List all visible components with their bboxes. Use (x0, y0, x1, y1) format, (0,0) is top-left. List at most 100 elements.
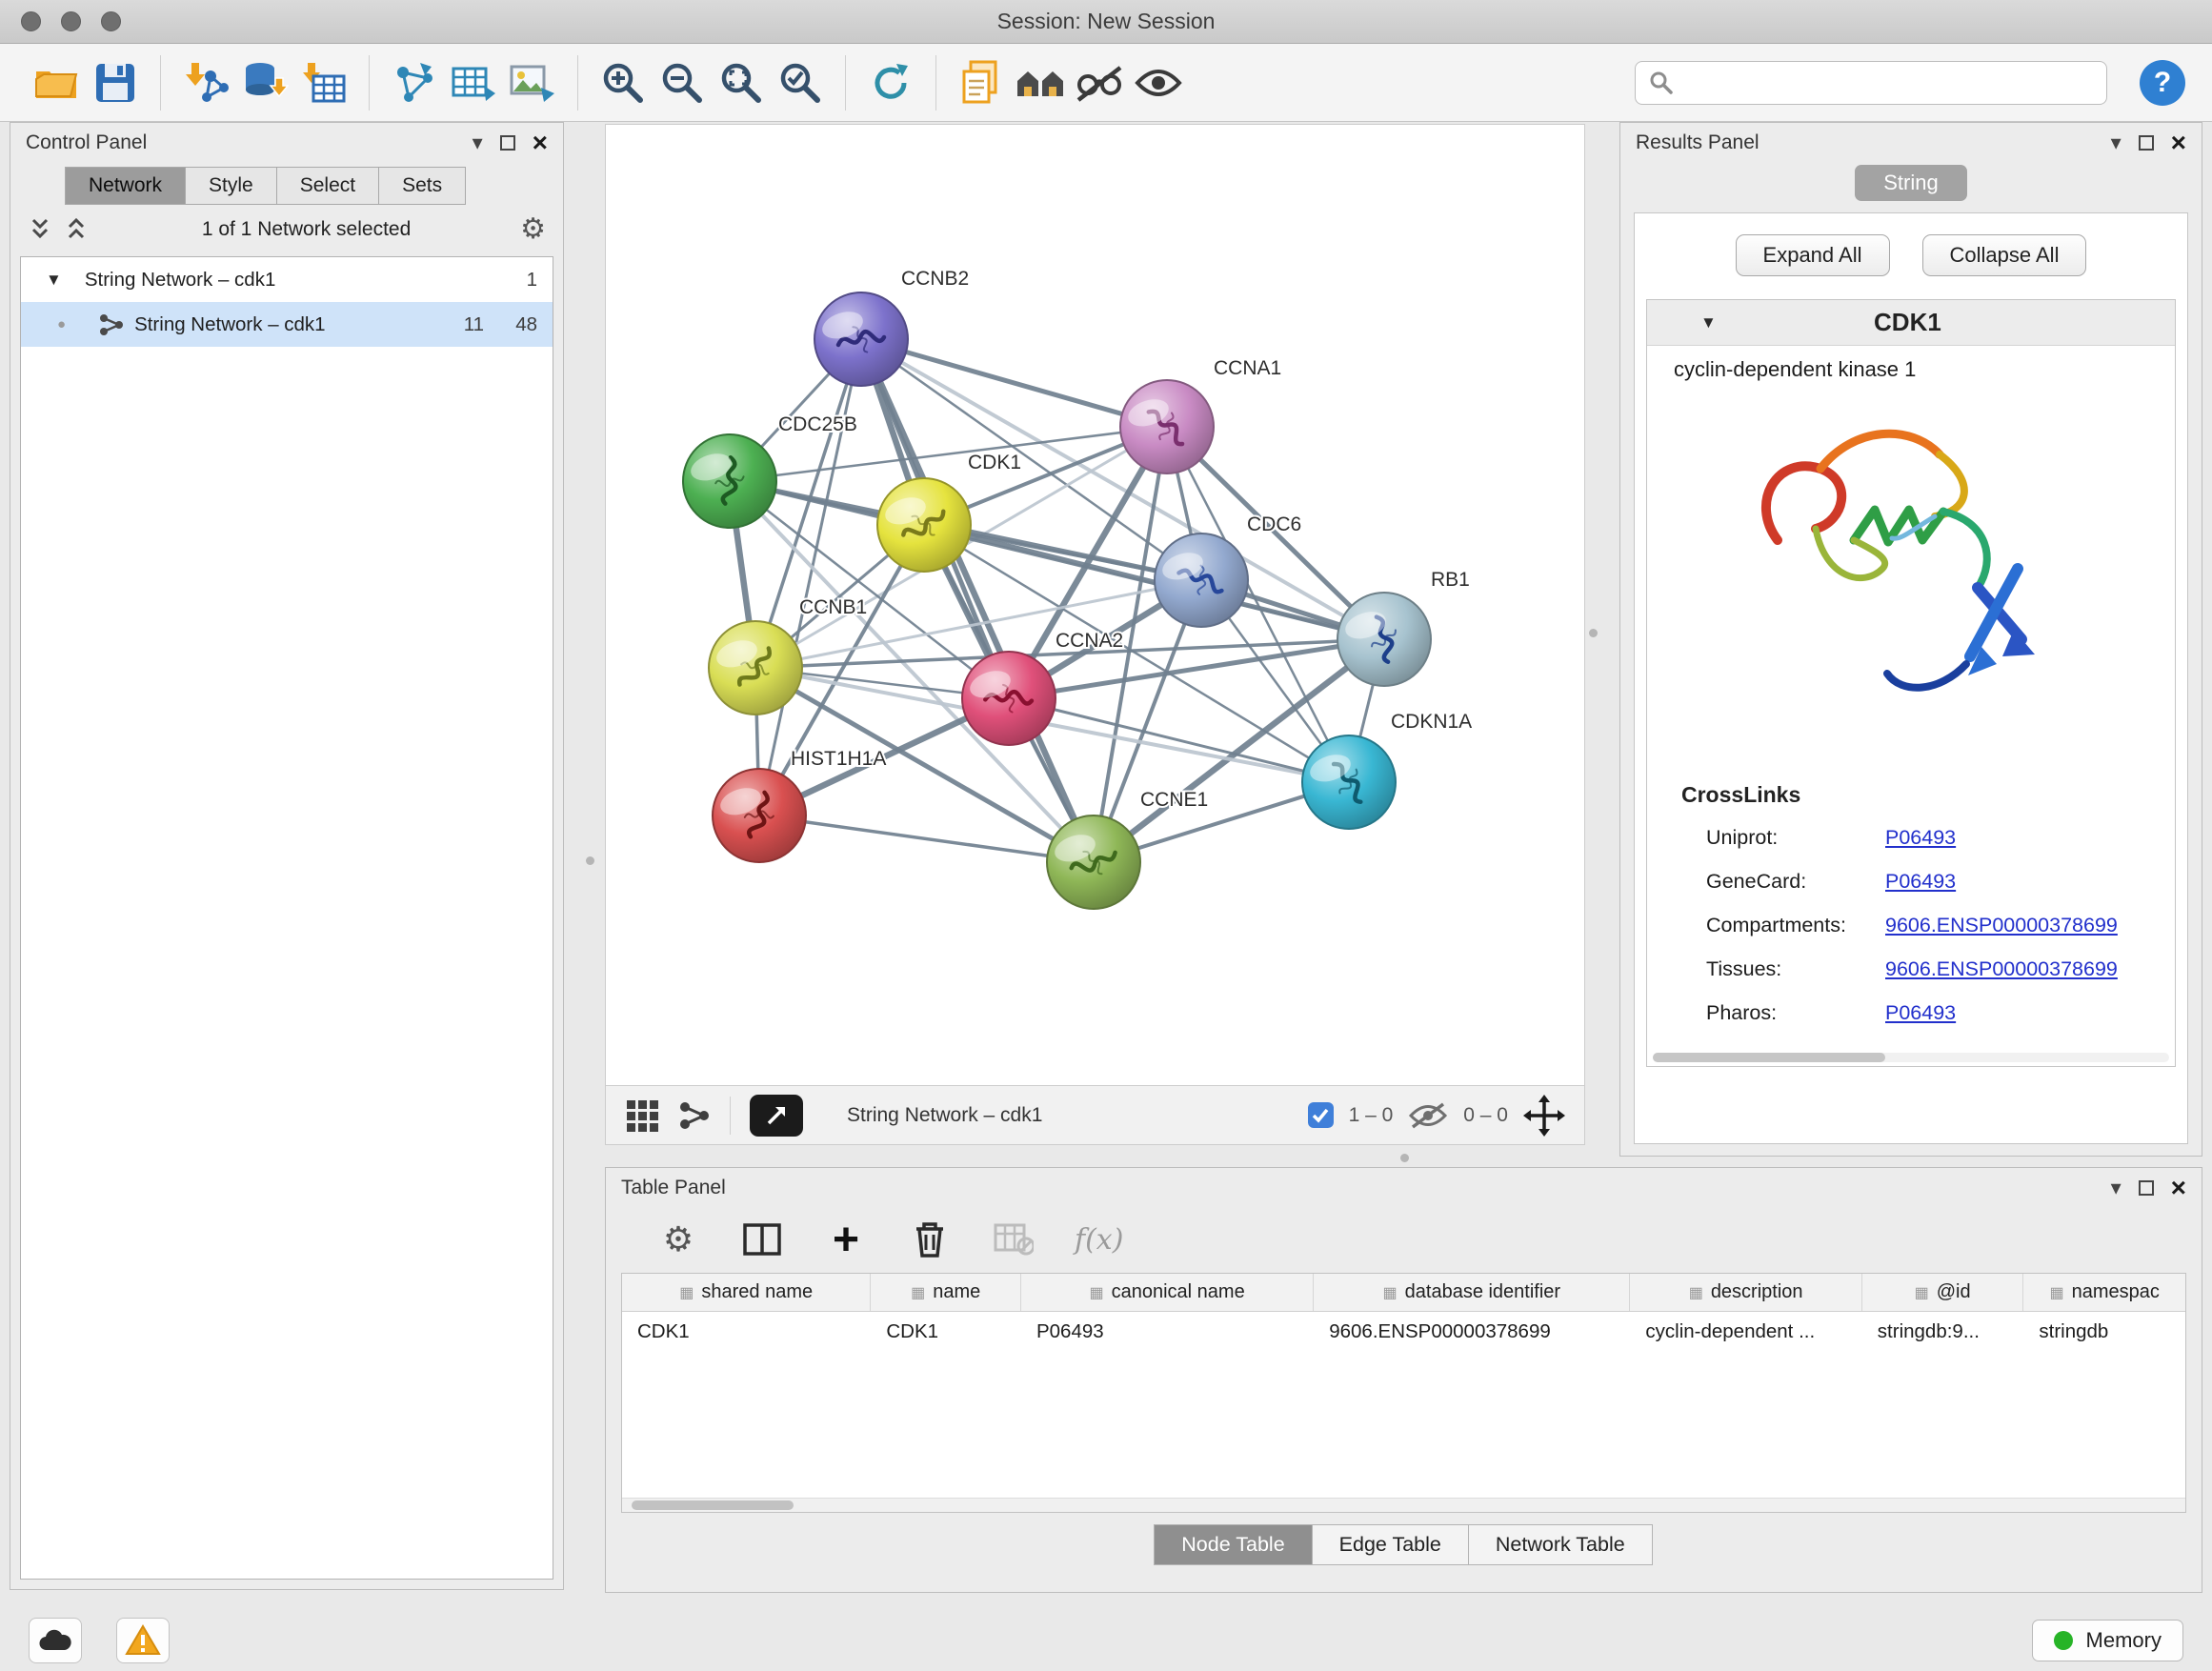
tab-sets[interactable]: Sets (378, 167, 466, 205)
show-hidden-button[interactable] (1129, 53, 1188, 112)
network-node-CDC6[interactable] (1155, 534, 1248, 627)
birds-eye-view-toggle[interactable] (750, 1095, 803, 1137)
open-session-button[interactable] (27, 53, 86, 112)
right-splitter-handle[interactable] (1589, 629, 1598, 637)
delete-column-icon[interactable] (907, 1217, 953, 1262)
network-node-RB1[interactable] (1337, 593, 1431, 686)
column-header[interactable]: ▦ description (1630, 1274, 1861, 1311)
zoom-selected-button[interactable] (771, 53, 830, 112)
collapse-all-button[interactable]: Collapse All (1922, 234, 2087, 276)
column-header[interactable]: ▦ @id (1862, 1274, 2024, 1311)
network-edge[interactable] (759, 815, 1094, 862)
crosslink-pharos[interactable]: P06493 (1885, 1001, 1956, 1025)
network-node-CDC25B[interactable] (683, 434, 776, 528)
protein-card-header[interactable]: ▼ CDK1 (1647, 300, 2175, 346)
network-edge[interactable] (861, 339, 1167, 427)
column-header[interactable]: ▦ database identifier (1314, 1274, 1630, 1311)
copy-document-button[interactable] (952, 53, 1011, 112)
zoom-selected-icon (777, 60, 823, 106)
zoom-fit-button[interactable] (712, 53, 771, 112)
network-collection-row[interactable]: ▼ String Network – cdk1 1 (21, 257, 553, 302)
apply-layout-button[interactable] (861, 53, 920, 112)
string-network-graph[interactable]: CCNB2CCNA1CDC25BCDK1CDC6RB1CCNB1CCNA2CDK… (606, 125, 1584, 1085)
float-panel-icon[interactable] (2139, 1180, 2154, 1196)
table-horizontal-scrollbar[interactable] (622, 1498, 2185, 1512)
bottom-splitter-handle[interactable] (1400, 1154, 1409, 1162)
network-node-CCNE1[interactable] (1047, 815, 1140, 909)
network-node-CCNB1[interactable] (709, 621, 802, 715)
hide-selected-button[interactable] (1070, 53, 1129, 112)
crosslink-uniprot[interactable]: P06493 (1885, 826, 1956, 850)
cloud-button[interactable] (29, 1618, 82, 1663)
help-button[interactable]: ? (2140, 60, 2185, 106)
new-table-button[interactable] (444, 53, 503, 112)
expand-all-button[interactable]: Expand All (1736, 234, 1890, 276)
tree-expanded-icon[interactable]: ▼ (1700, 313, 1717, 332)
network-node-CDKN1A[interactable] (1302, 735, 1396, 829)
close-panel-icon[interactable]: × (2171, 1175, 2186, 1201)
crosslink-genecard[interactable]: P06493 (1885, 870, 1956, 894)
zoom-out-button[interactable] (653, 53, 712, 112)
zoom-in-icon (600, 60, 646, 106)
table-settings-gear-icon[interactable]: ⚙ (655, 1217, 701, 1262)
left-splitter-handle[interactable] (586, 856, 594, 865)
cell-name: CDK1 (871, 1320, 1021, 1343)
home-networks-button[interactable] (1011, 53, 1070, 112)
network-node-HIST1H1A[interactable] (713, 769, 806, 862)
memory-button[interactable]: Memory (2032, 1620, 2183, 1661)
column-header[interactable]: ▦ namespac (2023, 1274, 2185, 1311)
table-row[interactable]: CDK1 CDK1 P06493 9606.ENSP00000378699 cy… (622, 1312, 2185, 1352)
import-table-button[interactable] (294, 53, 353, 112)
tab-network-table[interactable]: Network Table (1468, 1524, 1653, 1565)
add-column-icon[interactable]: + (823, 1217, 869, 1262)
pan-crosshair-icon[interactable] (1523, 1095, 1565, 1137)
crosslink-tissues[interactable]: 9606.ENSP00000378699 (1885, 957, 2118, 981)
search-input[interactable] (1683, 71, 2093, 94)
network-node-CCNA2[interactable] (962, 652, 1056, 745)
save-session-button[interactable] (86, 53, 145, 112)
network-list-icon[interactable] (678, 1100, 711, 1131)
close-panel-icon[interactable]: × (2171, 130, 2186, 156)
collapse-panel-icon[interactable]: ▾ (2111, 131, 2122, 155)
warnings-button[interactable] (116, 1618, 170, 1663)
float-panel-icon[interactable] (2139, 135, 2154, 151)
network-node-CCNA1[interactable] (1120, 380, 1214, 473)
window-title: Session: New Session (0, 9, 2212, 34)
card-scrollbar[interactable] (1653, 1053, 2169, 1062)
zoom-in-button[interactable] (593, 53, 653, 112)
column-header[interactable]: ▦ shared name (622, 1274, 871, 1311)
column-header[interactable]: ▦ name (871, 1274, 1021, 1311)
tab-style[interactable]: Style (185, 167, 277, 205)
close-panel-icon[interactable]: × (533, 130, 548, 156)
grid-view-icon[interactable] (625, 1098, 659, 1133)
gear-icon[interactable]: ⚙ (520, 215, 546, 244)
network-node-CDK1[interactable] (877, 478, 971, 572)
new-network-button[interactable] (385, 53, 444, 112)
column-header[interactable]: ▦ canonical name (1021, 1274, 1314, 1311)
export-image-button[interactable] (503, 53, 562, 112)
tab-select[interactable]: Select (276, 167, 379, 205)
show-columns-icon[interactable] (739, 1217, 785, 1262)
tab-node-table[interactable]: Node Table (1154, 1524, 1312, 1565)
network-edge[interactable] (759, 339, 861, 815)
network-edge[interactable] (861, 339, 1094, 862)
column-type-icon: ▦ (911, 1283, 925, 1302)
selected-nodes-checkbox[interactable] (1308, 1102, 1334, 1128)
network-row[interactable]: ● String Network – cdk1 11 48 (21, 302, 553, 347)
import-network-database-button[interactable] (235, 53, 294, 112)
clear-table-icon-disabled (991, 1217, 1036, 1262)
tab-string[interactable]: String (1855, 165, 1966, 201)
tab-edge-table[interactable]: Edge Table (1312, 1524, 1469, 1565)
new-table-icon (450, 61, 497, 105)
expand-all-rows-icon[interactable] (28, 217, 56, 242)
collapse-panel-icon[interactable]: ▾ (2111, 1176, 2122, 1200)
import-network-file-button[interactable] (176, 53, 235, 112)
network-node-CCNB2[interactable] (814, 292, 908, 386)
collapse-all-rows-icon[interactable] (64, 217, 92, 242)
network-canvas[interactable]: CCNB2CCNA1CDC25BCDK1CDC6RB1CCNB1CCNA2CDK… (605, 124, 1585, 1086)
tree-expanded-icon[interactable]: ▼ (46, 271, 62, 290)
crosslink-compartments[interactable]: 9606.ENSP00000378699 (1885, 914, 2118, 937)
collapse-panel-icon[interactable]: ▾ (473, 131, 483, 155)
tab-network[interactable]: Network (65, 167, 186, 205)
float-panel-icon[interactable] (500, 135, 515, 151)
